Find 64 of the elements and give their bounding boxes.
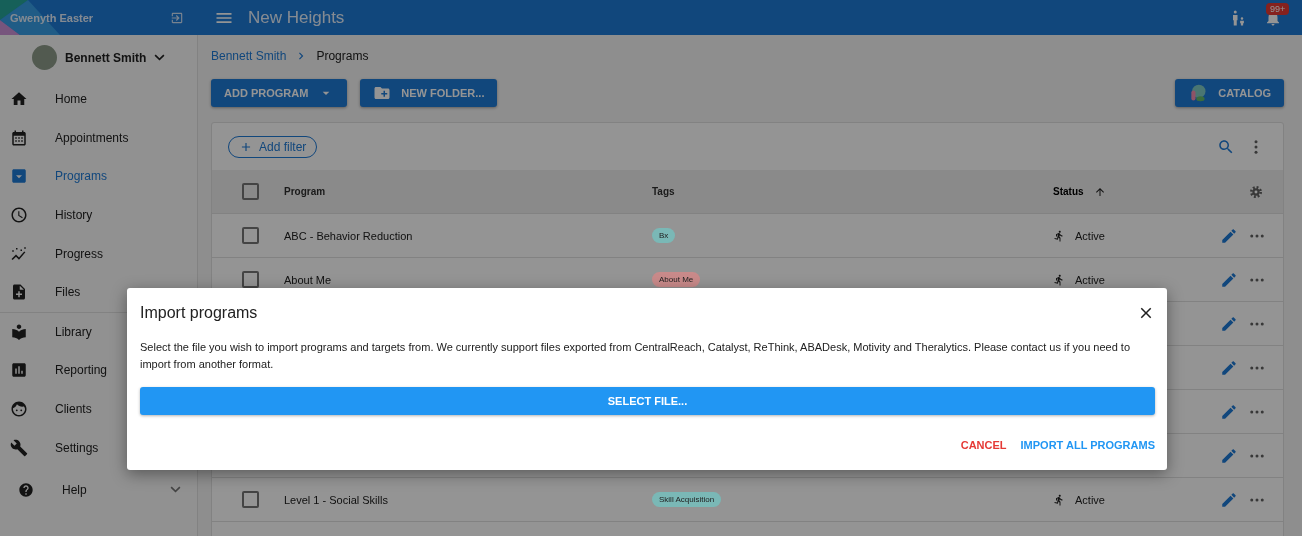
new-folder-button[interactable]: NEW FOLDER... [360, 79, 498, 107]
help-icon [18, 481, 34, 498]
edit-icon[interactable] [1220, 270, 1238, 289]
tag-chip: Skill Acquisition [652, 492, 722, 507]
dialog-title: Import programs [140, 304, 258, 322]
line-chart-icon [10, 244, 28, 263]
notification-badge: 99+ [1266, 2, 1290, 15]
program-name: Level 1 - Social Skills [284, 493, 388, 506]
column-header[interactable]: Program [284, 186, 326, 197]
search-icon[interactable] [1217, 137, 1235, 156]
nav-item[interactable]: Home [0, 80, 197, 119]
import-button[interactable]: IMPORT ALL PROGRAMS [1020, 437, 1155, 453]
dialog-message: Select the file you wish to import programs and targets from. We currently support files exported from CentralReach, Catalyst, ReThink, ABADesk, Motivity and Theralytics. Please contact us if you need to import from another format. [140, 340, 1132, 372]
avatar-icon [32, 45, 57, 70]
edit-icon[interactable] [1220, 314, 1238, 333]
chevron-down-icon [170, 486, 181, 494]
download-box-icon [10, 167, 28, 186]
bar-chart-icon [10, 361, 28, 380]
running-person-icon [1053, 493, 1065, 506]
help-menu-item[interactable]: Help [0, 470, 197, 509]
select-all-checkbox[interactable] [241, 183, 259, 200]
add-program-button[interactable]: ADD PROGRAM [211, 79, 348, 107]
tag-chip: Bx [652, 228, 676, 243]
nav-item[interactable]: History [0, 195, 197, 235]
catalog-button[interactable]: CATALOG [1175, 79, 1284, 107]
row-checkbox[interactable] [241, 227, 259, 244]
edit-icon[interactable] [1220, 358, 1238, 377]
running-person-icon [1053, 229, 1065, 242]
tag-chip: About Me [652, 272, 701, 287]
book-reader-icon [10, 322, 28, 341]
row-checkbox[interactable] [241, 491, 259, 508]
chevron-down-icon [154, 54, 166, 61]
nav-item[interactable]: Progress [0, 234, 197, 273]
status-text: Active [1075, 229, 1105, 242]
status-text: Active [1075, 493, 1105, 506]
logout-icon[interactable] [170, 10, 184, 25]
settings-icon[interactable] [1248, 183, 1264, 200]
cancel-button[interactable]: CANCEL [960, 437, 1007, 453]
user-name: Gwenyth Easter [10, 11, 95, 24]
nav-item[interactable]: Settings [0, 428, 197, 467]
breadcrumb-current: Programs [316, 49, 369, 63]
program-name: About Me [284, 273, 332, 286]
client-selector[interactable]: Bennett Smith [0, 40, 197, 75]
edit-icon[interactable] [1220, 446, 1238, 465]
edit-icon[interactable] [1220, 226, 1238, 245]
app-title: New Heights [248, 7, 345, 28]
edit-icon[interactable] [1220, 402, 1238, 421]
status-text: Active [1075, 273, 1105, 286]
wrench-icon [10, 438, 28, 457]
face-icon [10, 400, 28, 419]
nav-item[interactable]: Programs [0, 157, 197, 196]
edit-icon[interactable] [1220, 490, 1238, 509]
column-header[interactable]: Status [1053, 186, 1084, 197]
column-header[interactable]: Tags [652, 186, 675, 197]
running-person-icon [1053, 273, 1065, 286]
add-filter-button[interactable]: Add filter [228, 135, 318, 158]
clock-icon [10, 206, 28, 225]
calendar-icon [10, 128, 28, 147]
breadcrumb-link[interactable]: Bennett Smith [211, 49, 287, 63]
folder-plus-icon [373, 84, 392, 102]
select-file-button[interactable]: SELECT FILE... [140, 387, 1155, 415]
program-name: ABC - Behavior Reduction [284, 229, 413, 242]
file-plus-icon [10, 283, 28, 302]
nav-item[interactable]: Appointments [0, 118, 197, 158]
